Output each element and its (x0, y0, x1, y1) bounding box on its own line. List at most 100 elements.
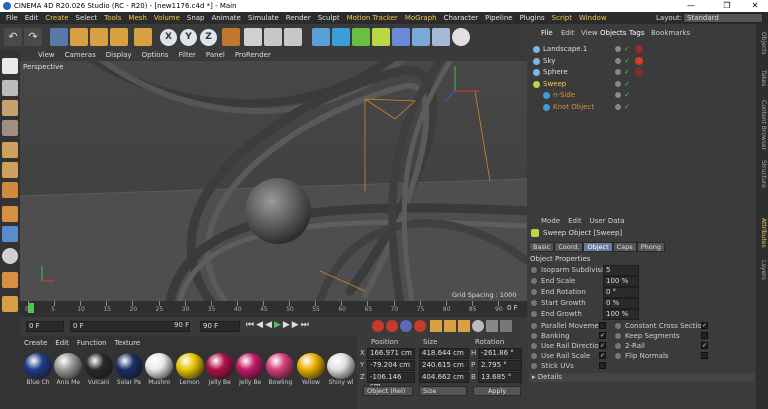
menu-sculpt[interactable]: Sculpt (318, 14, 340, 22)
menu-window[interactable]: Window (579, 14, 607, 22)
render-view-icon[interactable] (244, 28, 262, 46)
light-icon[interactable] (452, 28, 470, 46)
menu-tools[interactable]: Tools (104, 14, 121, 22)
visibility-dot-icon[interactable] (615, 57, 621, 64)
menu-snap[interactable]: Snap (187, 14, 205, 22)
animation-channels[interactable] (430, 320, 520, 333)
enable-axis-icon[interactable] (2, 206, 18, 222)
start-frame-field[interactable]: 0 F (26, 321, 64, 332)
menu-plugins[interactable]: Plugins (520, 14, 545, 22)
visibility-dot-icon[interactable] (615, 92, 621, 98)
rotate-icon[interactable] (110, 28, 128, 46)
side-tab-content-browser[interactable]: Content Browser (757, 100, 767, 150)
points-mode-icon[interactable] (2, 142, 18, 158)
locked-workplane-icon[interactable] (2, 296, 18, 312)
checkbox[interactable] (701, 332, 708, 339)
size-field[interactable]: 404.662 cm (419, 372, 469, 383)
y-axis-lock-icon[interactable]: Y (180, 29, 197, 46)
animate-dot-icon[interactable] (615, 333, 621, 339)
object-menu-objects[interactable]: Objects (600, 28, 626, 39)
undo-icon[interactable]: ↶ (4, 28, 22, 46)
attr-menu-user-data[interactable]: User Data (590, 217, 625, 225)
checkbox-row[interactable]: Stick UVs (529, 361, 609, 371)
deformer-icon[interactable] (392, 28, 410, 46)
side-tab-attributes[interactable]: Attributes (757, 218, 767, 248)
viewport-menu-cameras[interactable]: Cameras (65, 51, 96, 59)
menu-volume[interactable]: Volume (154, 14, 180, 22)
checkbox[interactable]: ✓ (701, 342, 708, 349)
model-mode-icon[interactable] (2, 80, 18, 96)
maximize-button[interactable]: ❐ (716, 0, 738, 12)
timeline-window-icon[interactable] (500, 320, 512, 332)
property-value-field[interactable]: 100 % (603, 309, 639, 320)
object-row[interactable]: n-Side ✓ (527, 90, 756, 101)
viewport-menu-view[interactable]: View (38, 51, 55, 59)
key-pla-icon[interactable] (486, 320, 498, 332)
animate-dot-icon[interactable] (531, 343, 537, 349)
menu-file[interactable]: File (6, 14, 18, 22)
animate-dot-icon[interactable] (531, 278, 537, 284)
property-value-field[interactable]: 100 % (603, 276, 639, 287)
material-swatch[interactable] (54, 353, 83, 379)
key-parameter-icon[interactable] (472, 320, 484, 332)
property-value-field[interactable]: 0 ° (603, 287, 639, 298)
animate-dot-icon[interactable] (615, 343, 621, 349)
position-field[interactable]: 166.971 cm (367, 348, 415, 359)
size-field[interactable]: 418.644 cm (419, 348, 469, 359)
workplane-mode-icon[interactable] (2, 120, 18, 136)
details-section[interactable]: ▸ Details (529, 373, 754, 382)
checkbox-row[interactable]: Banking ✓ (529, 331, 609, 341)
checkbox[interactable] (599, 362, 606, 369)
checkbox-row[interactable]: Use Rail Direction ✓ (529, 341, 609, 351)
material-swatch[interactable] (205, 353, 234, 379)
material-menu-texture[interactable]: Texture (115, 339, 141, 347)
key-icon[interactable] (414, 320, 426, 332)
coordinate-system-icon[interactable] (222, 28, 240, 46)
checkbox-row[interactable]: Keep Segments (613, 331, 708, 341)
x-axis-lock-icon[interactable]: X (160, 29, 177, 46)
menu-create[interactable]: Create (45, 14, 68, 22)
animate-dot-icon[interactable] (531, 289, 537, 295)
side-tab-takes[interactable]: Takes (757, 70, 767, 86)
render-to-picture-viewer-icon[interactable] (264, 28, 282, 46)
floor-icon[interactable] (412, 28, 430, 46)
enable-check-icon[interactable]: ✓ (624, 67, 630, 78)
side-tab-layers[interactable]: Layers (757, 260, 767, 280)
animate-dot-icon[interactable] (531, 311, 537, 317)
size-field[interactable]: 240.615 cm (419, 360, 469, 371)
viewport-menu-prorender[interactable]: ProRender (235, 51, 271, 59)
side-tab-objects[interactable]: Objects (757, 32, 767, 55)
rotation-field[interactable]: 2.795 ° (478, 360, 522, 371)
material-swatch[interactable] (296, 353, 325, 379)
attr-tab-coord[interactable]: Coord. (554, 242, 584, 252)
object-menu-file[interactable]: File (541, 28, 553, 39)
visibility-dot-icon[interactable] (615, 103, 621, 110)
minimize-button[interactable]: — (680, 0, 702, 12)
checkbox-row[interactable]: 2-Rail ✓ (613, 341, 708, 351)
keyframe-selection-icon[interactable] (400, 320, 412, 332)
polygons-mode-icon[interactable] (2, 182, 18, 198)
animate-dot-icon[interactable] (615, 323, 621, 329)
object-menu-tags[interactable]: Tags (629, 28, 645, 39)
make-editable-icon[interactable] (2, 58, 18, 74)
attr-tab-object[interactable]: Object (583, 242, 613, 252)
menu-script[interactable]: Script (552, 14, 572, 22)
key-position-icon[interactable] (430, 320, 442, 332)
cube-icon[interactable] (312, 28, 330, 46)
menu-mograph[interactable]: MoGraph (405, 14, 437, 22)
close-button[interactable]: ✕ (744, 0, 766, 12)
menu-animate[interactable]: Animate (212, 14, 241, 22)
enable-check-icon[interactable]: ✓ (624, 44, 630, 55)
object-menu-edit[interactable]: Edit (561, 28, 575, 39)
checkbox[interactable]: ✓ (599, 332, 606, 339)
visibility-dot-icon[interactable] (615, 69, 621, 75)
object-row[interactable]: Knot Object ✓ (527, 102, 756, 113)
menu-motion-tracker[interactable]: Motion Tracker (347, 14, 398, 22)
visibility-dot-icon[interactable] (615, 80, 621, 87)
animate-dot-icon[interactable] (531, 333, 537, 339)
pen-spline-icon[interactable] (332, 28, 350, 46)
material-swatch[interactable] (145, 353, 174, 379)
apply-button[interactable]: Apply (473, 386, 521, 396)
enable-check-icon[interactable]: ✓ (624, 90, 630, 101)
menu-edit[interactable]: Edit (25, 14, 39, 22)
